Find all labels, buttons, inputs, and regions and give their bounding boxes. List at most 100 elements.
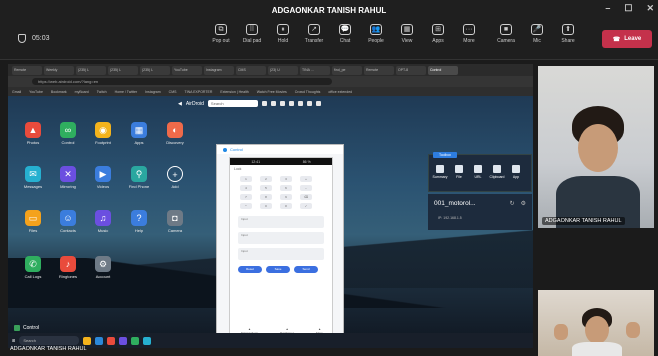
bookmark-item[interactable]: myBoard [75, 90, 89, 94]
teams-icon[interactable] [119, 336, 128, 345]
chrome-icon[interactable] [107, 336, 116, 345]
bookmark-item[interactable]: TINA EXPORTER [184, 90, 212, 94]
bookmark-item[interactable]: Gmail [12, 90, 21, 94]
close-icon[interactable]: ✕ [646, 3, 654, 14]
keypad-key[interactable]: + [300, 176, 312, 182]
app-account[interactable]: ⚙ Account [88, 256, 118, 279]
app-apps[interactable]: ▦ Apps [124, 122, 154, 145]
app-contacts[interactable]: ☺ Contacts [53, 210, 83, 233]
user-icon[interactable] [288, 101, 294, 106]
camera-button[interactable]: ■ Camera [492, 24, 520, 44]
phone-input-field[interactable]: Input [238, 248, 324, 260]
bookmark-item[interactable]: Instagram [145, 90, 161, 94]
app-icon[interactable] [143, 336, 152, 345]
keypad-key[interactable]: 7 [240, 194, 252, 200]
bookmark-item[interactable]: office extended [328, 90, 352, 94]
toolbox-file[interactable]: File [452, 165, 466, 179]
share-button[interactable]: ⬆ Share [554, 24, 582, 44]
pen-icon[interactable] [306, 101, 312, 106]
popout-button[interactable]: ⧉ Pop out [207, 24, 235, 44]
keypad-key[interactable]: 2 [260, 176, 272, 182]
app-find-phone[interactable]: ⚲ Find Phone [124, 166, 154, 189]
settings-icon[interactable]: ⚙ [521, 200, 526, 207]
bookmark-item[interactable]: Watch Free Movies [257, 90, 287, 94]
phone-pill-button[interactable]: Send [294, 266, 318, 273]
keypad-key[interactable]: 8 [260, 194, 272, 200]
phone-pill-button[interactable]: Save [266, 266, 290, 273]
app-ringtones[interactable]: ♪ Ringtones [53, 256, 83, 279]
phone-icon[interactable] [279, 101, 285, 106]
app-call-logs[interactable]: ✆ Call Logs [18, 256, 48, 279]
toolbox-url[interactable]: URL [471, 165, 485, 179]
bookmark-item[interactable]: Extension | Health [220, 90, 248, 94]
keypad-key[interactable]: 3 [280, 176, 292, 182]
self-video-tile[interactable] [538, 290, 654, 356]
hold-button[interactable]: ⏸ Hold [269, 24, 297, 44]
app-control[interactable]: ∞ Control [53, 122, 83, 145]
keypad-key[interactable]: 9 [280, 194, 292, 200]
keypad-key[interactable]: 6 [280, 185, 292, 191]
mic-button[interactable]: 🎤 Mic [523, 24, 551, 44]
app-music[interactable]: ♫ Music [88, 210, 118, 233]
taskbar-search[interactable]: Search [19, 336, 80, 345]
keypad-key[interactable]: ✓ [300, 203, 312, 209]
remote-video-tile[interactable]: ADGAONKAR TANISH RAHUL [538, 66, 654, 228]
toolbox-app[interactable]: App [509, 165, 523, 179]
browser-tab[interactable]: Remote [364, 65, 394, 75]
browser-tab[interactable]: Instagram [204, 65, 234, 75]
keypad-key[interactable]: 4 [240, 185, 252, 191]
browser-tab[interactable]: find_pe [332, 65, 362, 75]
browser-tab[interactable]: (235) L [108, 65, 138, 75]
phone-screen[interactable]: 12:41 86 % Lock 1 2 3 +4 5 6−7 8 9 ⌫ * 0 # ✓ Input In… [229, 157, 334, 348]
phone-pill-button[interactable]: Reset [238, 266, 262, 273]
edge-icon[interactable] [95, 336, 104, 345]
transfer-button[interactable]: ↗ Transfer [300, 24, 328, 44]
windows-start-icon[interactable]: ⊞ [12, 338, 15, 343]
browser-tab[interactable]: TINA ... [300, 65, 330, 75]
app-add[interactable]: + Add [160, 166, 190, 189]
bookmark-item[interactable]: Twitch [97, 90, 107, 94]
keypad-key[interactable]: − [300, 185, 312, 191]
leave-button[interactable]: ☎ Leave [602, 30, 652, 48]
airdroid-search[interactable]: Search [207, 100, 258, 107]
minimize-icon[interactable]: – [605, 3, 610, 14]
browser-tab[interactable]: CMS [236, 65, 266, 75]
app-icon[interactable] [131, 336, 140, 345]
app-help[interactable]: ? Help [124, 210, 154, 233]
keypad-key[interactable]: 1 [240, 176, 252, 182]
app-discovery[interactable]: ◐ Discovery [160, 122, 190, 145]
people-button[interactable]: 👥 People [362, 24, 390, 44]
keypad-key[interactable]: ⌫ [300, 194, 312, 200]
bookmark-item[interactable]: Home / Twitter [115, 90, 138, 94]
browser-tab[interactable]: (235) L [76, 65, 106, 75]
browser-tab[interactable]: Weekly [44, 65, 74, 75]
keypad-key[interactable]: 5 [260, 185, 272, 191]
app-photos[interactable]: ▲ Photos [18, 122, 48, 145]
bookmark-item[interactable]: YouTube [29, 90, 43, 94]
keypad-key[interactable]: * [240, 203, 252, 209]
browser-tab[interactable]: OPT-8 [396, 65, 426, 75]
explorer-icon[interactable] [83, 336, 92, 345]
bookmark-item[interactable]: Bookmark [51, 90, 67, 94]
chat-button[interactable]: 💬 Chat [331, 24, 359, 44]
app-mirroring[interactable]: ✕ Mirroring [53, 166, 83, 189]
gear-icon[interactable] [297, 101, 303, 106]
apps-button[interactable]: ⊞ Apps [424, 24, 452, 44]
app-files[interactable]: ▭ Files [18, 210, 48, 233]
refresh-icon[interactable]: ↻ [510, 200, 515, 207]
browser-tab[interactable]: Remote [12, 65, 42, 75]
device-card[interactable]: 001_motorol... ↻ ⚙ IP: 192.168.1.5 [428, 194, 532, 230]
browser-tab[interactable]: YouTube [172, 65, 202, 75]
bell-icon[interactable] [270, 101, 276, 106]
toolbox-tab[interactable]: Toolbox [433, 152, 457, 158]
keypad-key[interactable]: # [280, 203, 292, 209]
more-button[interactable]: ··· More [455, 24, 483, 44]
app-videos[interactable]: ▶ Videos [88, 166, 118, 189]
shirt-icon[interactable] [261, 101, 267, 106]
app-camera[interactable]: ◘ Camera [160, 210, 190, 233]
bookmark-item[interactable]: CMS [169, 90, 177, 94]
view-button[interactable]: ▦ View [393, 24, 421, 44]
dialpad-button[interactable]: ⠿ Dial pad [238, 24, 266, 44]
browser-tab[interactable]: (235) L [140, 65, 170, 75]
browser-tab[interactable]: Control [428, 65, 458, 75]
